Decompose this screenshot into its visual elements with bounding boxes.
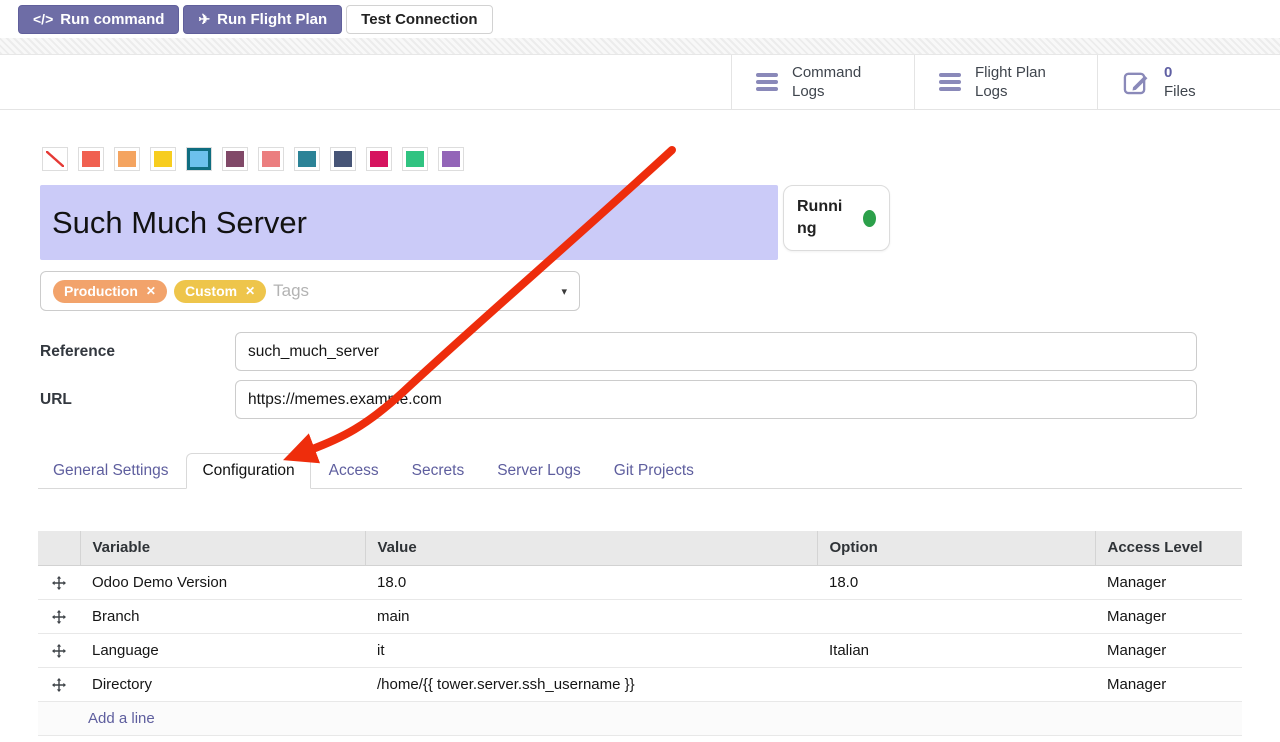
color-swatch-yellow[interactable] xyxy=(150,147,176,171)
color-swatch-orange[interactable] xyxy=(114,147,140,171)
files-button[interactable]: 0 Files xyxy=(1097,55,1280,109)
status-badge[interactable]: Running xyxy=(783,185,890,251)
tag-production-remove-icon[interactable]: ✕ xyxy=(146,284,156,298)
color-swatch-green[interactable] xyxy=(402,147,428,171)
color-swatch-dark-blue[interactable] xyxy=(330,147,356,171)
color-swatch-dark-purple[interactable] xyxy=(222,147,248,171)
table-row: Odoo Demo Version 18.0 18.0 Manager xyxy=(38,565,1242,599)
color-swatch-teal[interactable] xyxy=(294,147,320,171)
command-logs-label-line1: Command xyxy=(792,63,861,83)
tab-secrets[interactable]: Secrets xyxy=(397,453,480,489)
cell-value[interactable]: main xyxy=(365,599,817,633)
run-flight-plan-label: Run Flight Plan xyxy=(217,11,327,28)
color-swatch-salmon[interactable] xyxy=(258,147,284,171)
cell-variable[interactable]: Language xyxy=(80,633,365,667)
cell-option[interactable] xyxy=(817,599,1095,633)
cell-access-level[interactable]: Manager xyxy=(1095,565,1242,599)
drag-handle-icon[interactable] xyxy=(52,644,66,658)
drag-handle-icon[interactable] xyxy=(52,610,66,624)
url-value: https://memes.example.com xyxy=(248,391,442,409)
tag-production-label: Production xyxy=(64,283,138,299)
tab-git-projects[interactable]: Git Projects xyxy=(599,453,709,489)
column-header-access-level: Access Level xyxy=(1095,531,1242,565)
command-logs-label-line2: Logs xyxy=(792,82,861,102)
cell-value[interactable]: it xyxy=(365,633,817,667)
column-header-value: Value xyxy=(365,531,817,565)
top-toolbar: </> Run command ✈ Run Flight Plan Test C… xyxy=(0,0,1280,38)
reference-label: Reference xyxy=(40,343,115,361)
tab-general-settings[interactable]: General Settings xyxy=(38,453,183,489)
cell-option[interactable] xyxy=(817,667,1095,701)
notebook-tabs: General Settings Configuration Access Se… xyxy=(38,452,1242,489)
tags-input[interactable]: Production ✕ Custom ✕ Tags ▾ xyxy=(40,271,580,311)
tag-pill-custom[interactable]: Custom ✕ xyxy=(174,280,266,303)
reference-value: such_much_server xyxy=(248,343,379,361)
code-icon: </> xyxy=(33,11,53,27)
test-connection-button[interactable]: Test Connection xyxy=(346,5,492,34)
cell-access-level[interactable]: Manager xyxy=(1095,633,1242,667)
chevron-down-icon[interactable]: ▾ xyxy=(561,285,567,298)
handle-column-header xyxy=(38,531,80,565)
menu-lines-icon xyxy=(756,73,778,91)
hatched-divider-strip xyxy=(0,38,1280,55)
tag-custom-remove-icon[interactable]: ✕ xyxy=(245,284,255,298)
table-header-row: Variable Value Option Access Level xyxy=(38,531,1242,565)
command-logs-button[interactable]: Command Logs xyxy=(731,55,914,109)
tags-placeholder: Tags xyxy=(273,281,309,301)
server-name-input[interactable]: Such Much Server xyxy=(40,185,778,260)
configuration-table: Variable Value Option Access Level Odoo … xyxy=(38,531,1242,736)
url-label: URL xyxy=(40,391,72,409)
tab-access[interactable]: Access xyxy=(314,453,394,489)
cell-access-level[interactable]: Manager xyxy=(1095,599,1242,633)
cell-option[interactable]: 18.0 xyxy=(817,565,1095,599)
add-a-line-link[interactable]: Add a line xyxy=(38,701,1242,735)
run-command-button[interactable]: </> Run command xyxy=(18,5,179,34)
control-panel: Command Logs Flight Plan Logs 0 Files xyxy=(0,55,1280,110)
test-connection-label: Test Connection xyxy=(361,11,477,28)
cell-value[interactable]: /home/{{ tower.server.ssh_username }} xyxy=(365,667,817,701)
cell-variable[interactable]: Branch xyxy=(80,599,365,633)
table-row: Branch main Manager xyxy=(38,599,1242,633)
files-label: Files xyxy=(1164,82,1196,102)
tag-pill-production[interactable]: Production ✕ xyxy=(53,280,167,303)
color-palette xyxy=(42,147,464,171)
color-swatch-fuchsia[interactable] xyxy=(366,147,392,171)
reference-input[interactable]: such_much_server xyxy=(235,332,1197,371)
color-swatch-red[interactable] xyxy=(78,147,104,171)
url-input[interactable]: https://memes.example.com xyxy=(235,380,1197,419)
color-swatch-no-color[interactable] xyxy=(42,147,68,171)
plane-icon: ✈ xyxy=(198,11,210,28)
run-flight-plan-button[interactable]: ✈ Run Flight Plan xyxy=(183,5,342,34)
add-line-row: Add a line xyxy=(38,701,1242,735)
column-header-variable: Variable xyxy=(80,531,365,565)
server-name-text: Such Much Server xyxy=(52,205,307,241)
cell-variable[interactable]: Odoo Demo Version xyxy=(80,565,365,599)
cell-access-level[interactable]: Manager xyxy=(1095,667,1242,701)
cell-variable[interactable]: Directory xyxy=(80,667,365,701)
tab-server-logs[interactable]: Server Logs xyxy=(482,453,596,489)
drag-handle-icon[interactable] xyxy=(52,678,66,692)
tag-custom-label: Custom xyxy=(185,283,237,299)
status-label: Running xyxy=(797,196,849,239)
files-count: 0 xyxy=(1164,63,1196,83)
run-command-label: Run command xyxy=(60,11,164,28)
menu-lines-icon xyxy=(939,73,961,91)
color-swatch-light-blue-selected[interactable] xyxy=(186,147,212,171)
edit-icon xyxy=(1122,68,1150,96)
flight-plan-logs-label-line1: Flight Plan xyxy=(975,63,1046,83)
drag-handle-icon[interactable] xyxy=(52,576,66,590)
table-row: Directory /home/{{ tower.server.ssh_user… xyxy=(38,667,1242,701)
cell-option[interactable]: Italian xyxy=(817,633,1095,667)
color-swatch-purple[interactable] xyxy=(438,147,464,171)
flight-plan-logs-label-line2: Logs xyxy=(975,82,1046,102)
table-row: Language it Italian Manager xyxy=(38,633,1242,667)
status-running-dot xyxy=(863,210,876,227)
flight-plan-logs-button[interactable]: Flight Plan Logs xyxy=(914,55,1097,109)
tab-configuration[interactable]: Configuration xyxy=(186,453,310,489)
cell-value[interactable]: 18.0 xyxy=(365,565,817,599)
column-header-option: Option xyxy=(817,531,1095,565)
